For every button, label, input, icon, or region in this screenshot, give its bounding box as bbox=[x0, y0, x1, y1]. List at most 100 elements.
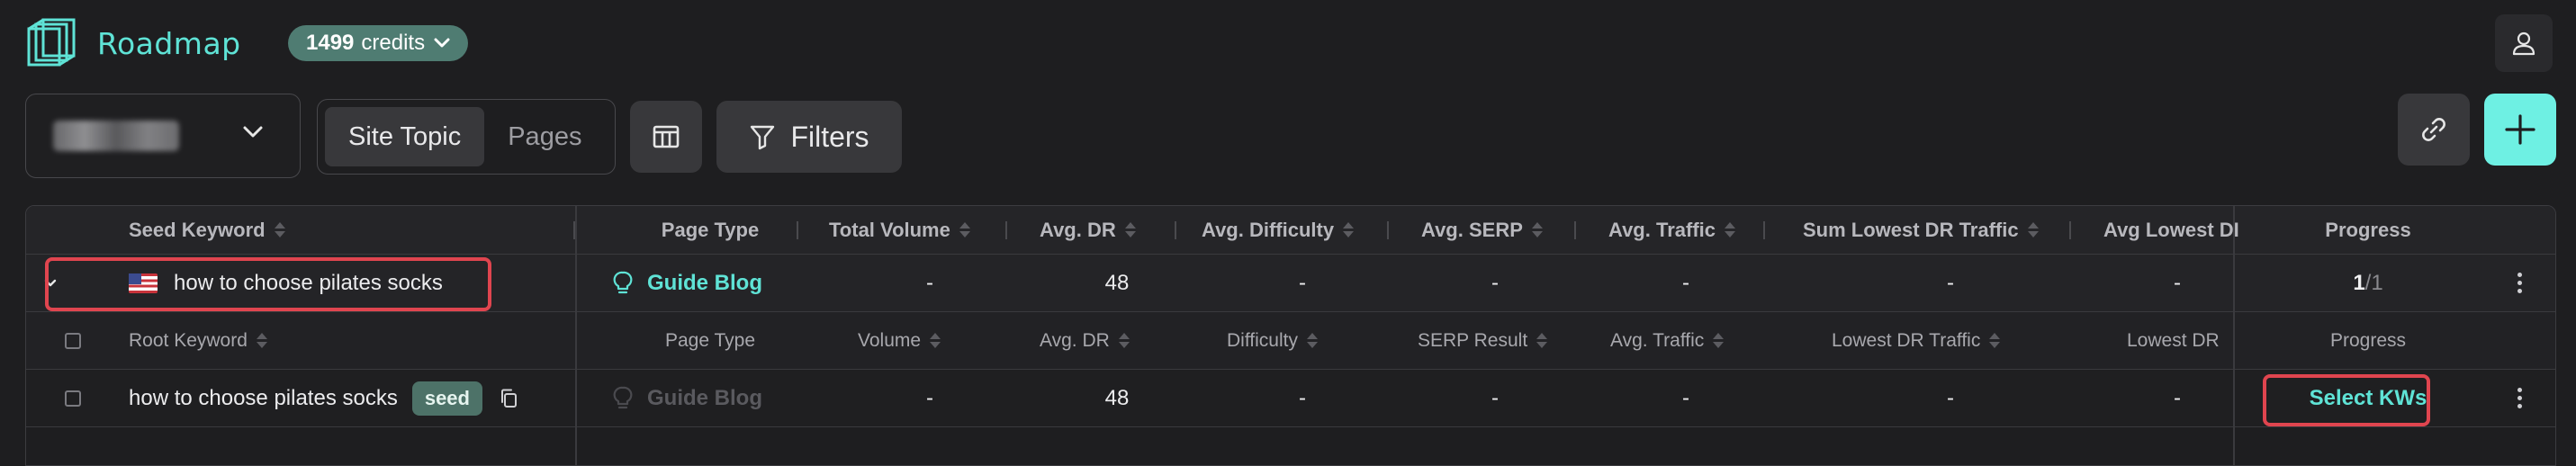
keywords-table: Seed Keyword Page Type Total Volume Avg.… bbox=[25, 205, 2556, 466]
difficulty-value: - bbox=[1299, 385, 1306, 410]
page-type-cell[interactable]: Guide Blog bbox=[613, 255, 762, 311]
col-sum-lowest-dr-traffic[interactable]: Sum Lowest DR Traffic bbox=[1803, 206, 2039, 254]
lightbulb-icon bbox=[613, 386, 633, 408]
header-label: Sum Lowest DR Traffic bbox=[1803, 218, 2019, 241]
kebab-menu-icon bbox=[2517, 273, 2522, 293]
share-link-button[interactable] bbox=[2398, 94, 2470, 166]
credits-label: credits bbox=[361, 31, 426, 55]
column-divider[interactable] bbox=[797, 221, 798, 239]
column-divider[interactable] bbox=[1763, 221, 1765, 239]
row-checkbox-cell[interactable] bbox=[26, 370, 120, 426]
lowest-dr-traffic-value: - bbox=[1947, 385, 1954, 410]
sort-icon[interactable] bbox=[1989, 333, 2001, 348]
serp-result-value: - bbox=[1491, 385, 1499, 410]
sum-lowest-dr-traffic-value: - bbox=[1947, 270, 1954, 295]
select-all-checkbox[interactable] bbox=[65, 332, 81, 349]
sort-icon[interactable] bbox=[959, 222, 970, 237]
header-label: Page Type bbox=[661, 218, 760, 241]
filters-button[interactable]: Filters bbox=[716, 101, 902, 173]
col-seed-keyword[interactable]: Seed Keyword bbox=[129, 206, 285, 254]
user-menu-button[interactable] bbox=[2495, 14, 2553, 72]
subheader-label: Avg. DR bbox=[1040, 329, 1110, 351]
header-label: Avg. SERP bbox=[1421, 218, 1523, 241]
col-lowest-dr-traffic[interactable]: Lowest DR Traffic bbox=[1832, 312, 2001, 369]
row-checkbox[interactable] bbox=[65, 390, 81, 407]
sort-icon[interactable] bbox=[1713, 333, 1725, 348]
table-header-row: Seed Keyword Page Type Total Volume Avg.… bbox=[26, 206, 2555, 255]
tab-site-topic[interactable]: Site Topic bbox=[325, 107, 485, 166]
header-label: Progress bbox=[2325, 218, 2411, 241]
chevron-down-icon bbox=[434, 38, 450, 48]
avg-traffic-value: - bbox=[1682, 270, 1689, 295]
column-divider-line bbox=[575, 206, 577, 465]
sort-icon[interactable] bbox=[2027, 222, 2039, 237]
lightbulb-icon bbox=[613, 271, 633, 293]
col-total-volume[interactable]: Total Volume bbox=[829, 206, 970, 254]
roadmap-logo-icon bbox=[27, 18, 76, 67]
col-avg-serp[interactable]: Avg. SERP bbox=[1421, 206, 1543, 254]
subheader-label: SERP Result bbox=[1418, 329, 1528, 351]
header-label: Total Volume bbox=[829, 218, 950, 241]
col-avg-traffic[interactable]: Avg. Traffic bbox=[1608, 206, 1735, 254]
avg-serp-value: - bbox=[1491, 270, 1499, 295]
volume-value: - bbox=[926, 385, 933, 410]
col-serp-result[interactable]: SERP Result bbox=[1418, 312, 1548, 369]
columns-icon bbox=[653, 125, 680, 148]
col-volume[interactable]: Volume bbox=[858, 312, 941, 369]
highlight-seed-keyword bbox=[45, 257, 491, 311]
sort-icon[interactable] bbox=[1343, 222, 1355, 237]
app-logo[interactable]: Roadmap bbox=[25, 16, 241, 70]
table-row[interactable]: how to choose pilates socks seed Guide B… bbox=[26, 370, 2555, 427]
copy-icon[interactable] bbox=[499, 388, 518, 409]
progress-value: 1/1 bbox=[2233, 255, 2503, 311]
total-volume-value: - bbox=[926, 270, 933, 295]
user-icon bbox=[2512, 31, 2535, 56]
column-divider[interactable] bbox=[1387, 221, 1389, 239]
col-root-keyword[interactable]: Root Keyword bbox=[129, 312, 267, 369]
sort-icon[interactable] bbox=[1124, 222, 1136, 237]
column-divider[interactable] bbox=[1574, 221, 1576, 239]
sort-icon[interactable] bbox=[1531, 222, 1543, 237]
row-menu-button[interactable] bbox=[2492, 255, 2546, 311]
tab-pages[interactable]: Pages bbox=[484, 107, 605, 166]
row-menu-button[interactable] bbox=[2492, 370, 2546, 426]
sort-icon[interactable] bbox=[1725, 222, 1735, 237]
sort-icon[interactable] bbox=[1118, 333, 1130, 348]
subheader-label: Difficulty bbox=[1227, 329, 1298, 351]
sort-icon[interactable] bbox=[1536, 333, 1548, 348]
project-name-redacted bbox=[53, 121, 179, 151]
col-avg-difficulty[interactable]: Avg. Difficulty bbox=[1202, 206, 1355, 254]
col-page-type[interactable]: Page Type bbox=[622, 206, 798, 254]
credits-dropdown[interactable]: 1499 credits bbox=[288, 25, 469, 61]
page-type-cell: Guide Blog bbox=[613, 370, 762, 426]
progress-total: /1 bbox=[2364, 270, 2383, 295]
col-avg-dr-sub[interactable]: Avg. DR bbox=[1040, 312, 1130, 369]
kebab-menu-icon bbox=[2517, 388, 2522, 408]
sort-icon[interactable] bbox=[930, 333, 941, 348]
header-label: Avg. DR bbox=[1040, 218, 1116, 241]
subheader-label: Volume bbox=[858, 329, 922, 351]
chevron-down-icon bbox=[243, 126, 263, 138]
add-button[interactable] bbox=[2484, 94, 2556, 166]
credits-count: 1499 bbox=[306, 31, 355, 55]
column-divider[interactable] bbox=[1175, 221, 1176, 239]
header-label: Avg Lowest DI bbox=[2103, 218, 2239, 241]
sort-icon[interactable] bbox=[1306, 333, 1318, 348]
sort-icon[interactable] bbox=[256, 333, 267, 348]
col-difficulty[interactable]: Difficulty bbox=[1227, 312, 1318, 369]
root-keyword-cell: how to choose pilates socks seed bbox=[129, 370, 518, 426]
page-type-text: Guide Blog bbox=[647, 385, 762, 410]
col-avg-traffic-sub[interactable]: Avg. Traffic bbox=[1610, 312, 1725, 369]
progress-done: 1 bbox=[2353, 270, 2365, 295]
link-icon bbox=[2422, 118, 2445, 141]
col-lowest-dr[interactable]: Lowest DR bbox=[2127, 312, 2220, 369]
select-all-checkbox-cell[interactable] bbox=[26, 312, 120, 369]
plus-icon bbox=[2505, 114, 2535, 145]
column-divider[interactable] bbox=[2069, 221, 2071, 239]
column-divider[interactable] bbox=[1005, 221, 1007, 239]
project-select[interactable] bbox=[25, 94, 301, 178]
highlight-select-kws bbox=[2263, 374, 2430, 426]
columns-button[interactable] bbox=[630, 101, 702, 173]
sort-icon[interactable] bbox=[274, 222, 285, 237]
col-avg-dr[interactable]: Avg. DR bbox=[1040, 206, 1136, 254]
